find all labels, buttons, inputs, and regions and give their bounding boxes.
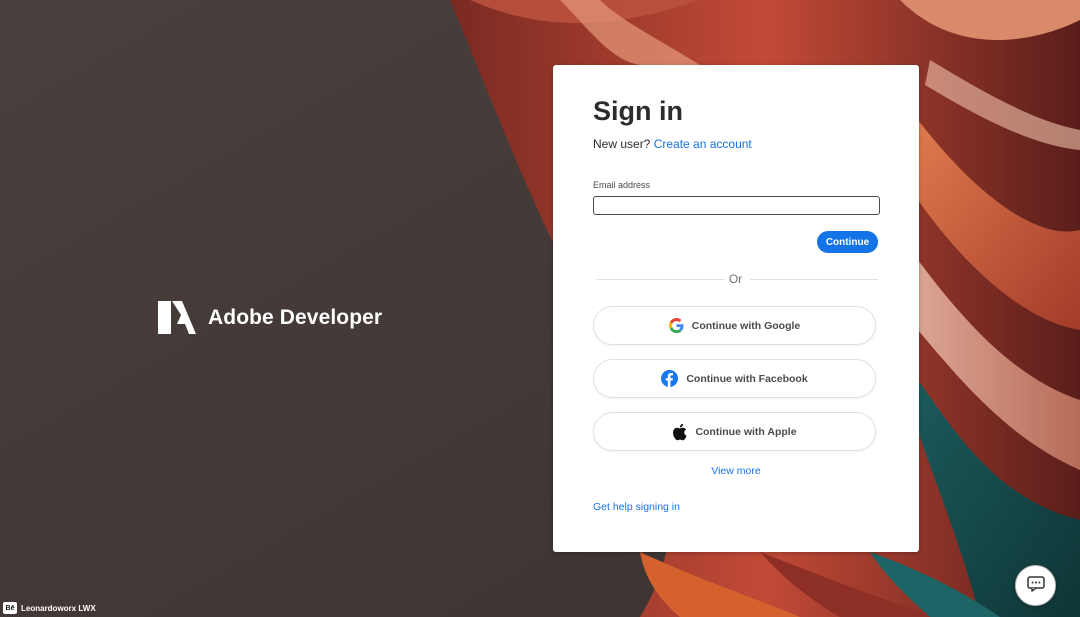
continue-with-google-button[interactable]: Continue with Google xyxy=(593,306,876,345)
page: Adobe Developer Sign in New user? Create… xyxy=(0,0,1080,617)
page-title: Sign in xyxy=(593,96,683,126)
artist-credit[interactable]: Bē Leonardoworx LWX xyxy=(3,602,96,614)
divider-line xyxy=(750,279,878,280)
create-account-link[interactable]: Create an account xyxy=(654,137,752,151)
facebook-button-label: Continue with Facebook xyxy=(686,372,808,385)
continue-with-apple-button[interactable]: Continue with Apple xyxy=(593,412,876,451)
new-user-prompt: New user? Create an account xyxy=(593,137,752,151)
adobe-logo-icon xyxy=(158,301,196,334)
email-label: Email address xyxy=(593,180,651,190)
email-field[interactable] xyxy=(593,196,880,215)
behance-icon: Bē xyxy=(3,602,17,614)
or-divider: Or xyxy=(593,271,878,287)
apple-icon xyxy=(672,423,687,441)
chat-button[interactable] xyxy=(1015,565,1056,606)
continue-with-facebook-button[interactable]: Continue with Facebook xyxy=(593,359,876,398)
new-user-text: New user? xyxy=(593,137,651,151)
continue-button[interactable]: Continue xyxy=(817,231,878,253)
help-signing-in-link[interactable]: Get help signing in xyxy=(593,501,680,513)
view-more-link[interactable]: View more xyxy=(553,465,919,477)
brand: Adobe Developer xyxy=(158,301,382,334)
chat-bubble-icon xyxy=(1026,576,1045,595)
credit-text: Leonardoworx LWX xyxy=(21,603,96,613)
google-button-label: Continue with Google xyxy=(691,319,801,332)
apple-button-label: Continue with Apple xyxy=(695,425,797,438)
brand-name: Adobe Developer xyxy=(208,305,383,329)
google-icon xyxy=(668,318,684,333)
facebook-icon xyxy=(661,370,679,387)
sign-in-card: Sign in New user? Create an account Emai… xyxy=(553,65,919,552)
